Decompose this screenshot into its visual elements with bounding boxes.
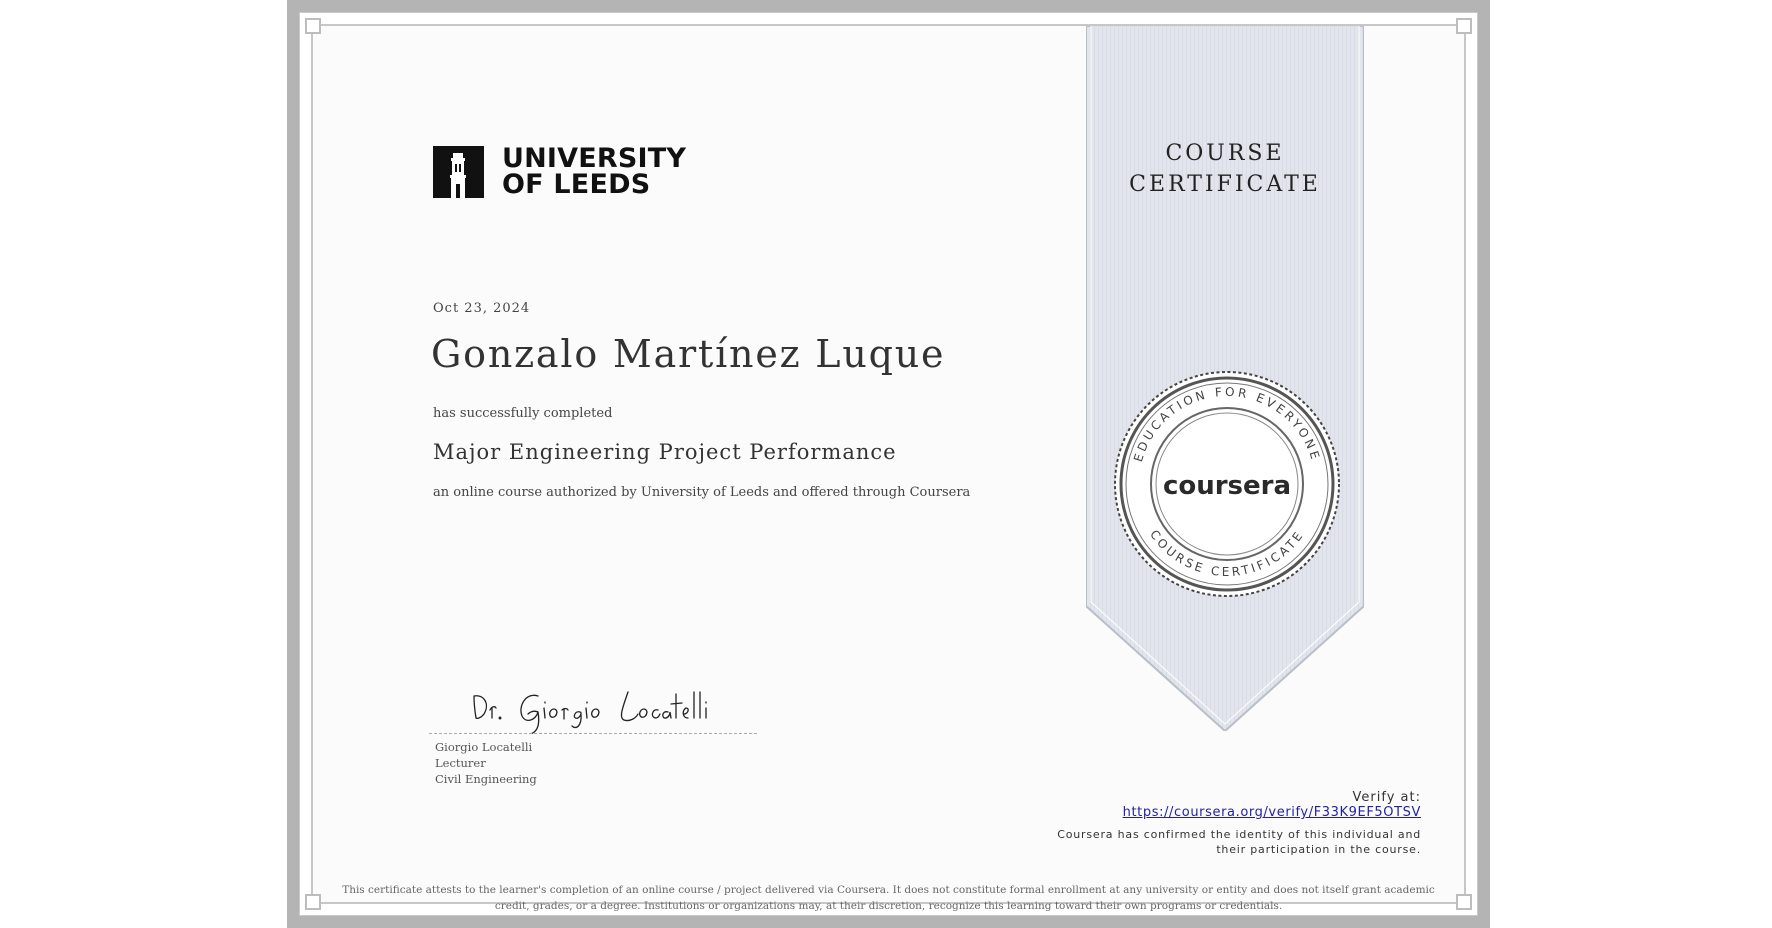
- completion-date: Oct 23, 2024: [433, 301, 531, 316]
- signer-role: Lecturer: [435, 756, 486, 770]
- coursera-seal: EDUCATION FOR EVERYONE COURSE CERTIFICAT…: [1114, 371, 1340, 597]
- signature-line: [429, 733, 757, 734]
- certificate-sheet: COURSE CERTIFICATE EDUCATION FOR EVERYON…: [287, 0, 1490, 928]
- university-logo: UNIVERSITY OF LEEDS: [433, 145, 686, 200]
- certificate-disclaimer: This certificate attests to the learner'…: [342, 884, 1435, 912]
- corner-ornament: [305, 894, 321, 910]
- recipient-name: Gonzalo Martínez Luque: [431, 332, 946, 376]
- authorization-text: an online course authorized by Universit…: [433, 485, 971, 500]
- building-tower-icon: [433, 146, 484, 198]
- corner-ornament: [305, 18, 321, 34]
- signer-details: Giorgio Locatelli Lecturer Civil Enginee…: [435, 739, 537, 787]
- coursera-wordmark: coursera: [1163, 471, 1291, 501]
- corner-ornament: [1456, 894, 1472, 910]
- course-certificate-heading: COURSE CERTIFICATE: [1086, 138, 1364, 200]
- signer-department: Civil Engineering: [435, 772, 537, 786]
- identity-confirmation: Coursera has confirmed the identity of t…: [1057, 828, 1421, 856]
- completed-text: has successfully completed: [433, 406, 613, 421]
- ribbon-line-1: COURSE: [1165, 141, 1285, 166]
- certificate-paper: COURSE CERTIFICATE EDUCATION FOR EVERYON…: [305, 18, 1472, 912]
- verification-block: Verify at: https://coursera.org/verify/F…: [1041, 790, 1421, 857]
- university-name-line-2: OF LEEDS: [502, 169, 651, 200]
- ribbon-line-2: CERTIFICATE: [1129, 172, 1321, 197]
- verify-link[interactable]: https://coursera.org/verify/F33K9EF5OTSV: [1041, 805, 1421, 820]
- signer-name: Giorgio Locatelli: [435, 740, 533, 754]
- course-title: Major Engineering Project Performance: [433, 440, 897, 464]
- verify-label: Verify at:: [1352, 790, 1421, 805]
- corner-ornament: [1456, 18, 1472, 34]
- certificate-frame: COURSE CERTIFICATE EDUCATION FOR EVERYON…: [299, 12, 1478, 916]
- handwritten-signature: [473, 691, 707, 734]
- university-name: UNIVERSITY OF LEEDS: [502, 145, 686, 200]
